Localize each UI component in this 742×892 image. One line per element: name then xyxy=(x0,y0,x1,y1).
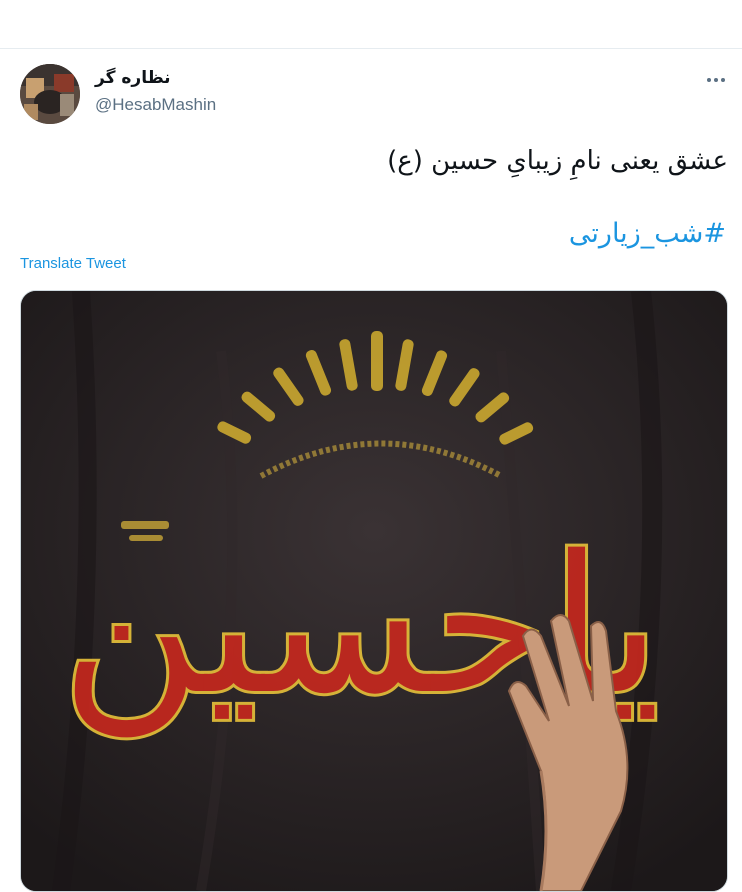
author-avatar[interactable] xyxy=(20,64,80,124)
translate-tweet-link[interactable]: Translate Tweet xyxy=(20,255,126,272)
hashtag-link[interactable]: #شب_زیارتی xyxy=(569,218,726,249)
author-display-name[interactable]: نظاره گر xyxy=(95,68,171,88)
profile-photo-icon xyxy=(20,64,80,124)
tweet-media-image[interactable]: یاحسین xyxy=(20,290,728,892)
more-horizontal-icon[interactable] xyxy=(704,72,728,88)
photo-icon: یاحسین xyxy=(21,291,727,891)
top-divider xyxy=(0,48,742,49)
author-handle[interactable]: @HesabMashin xyxy=(95,95,216,115)
tweet-text: عشق یعنی نامِ زیبایِ حسین (ع) xyxy=(387,146,728,176)
